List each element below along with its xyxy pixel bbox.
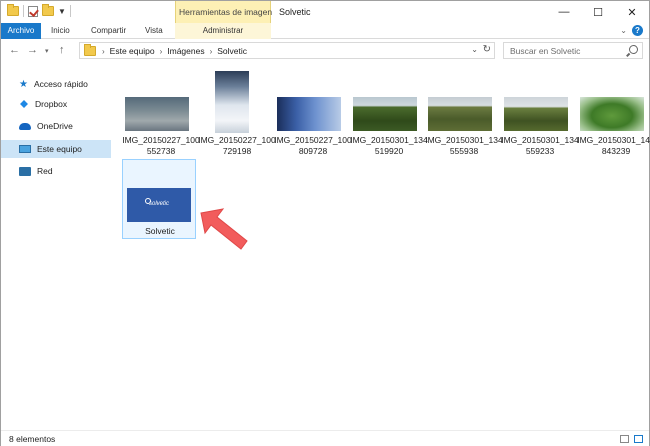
file-name: IMG_20150227_100729198 xyxy=(198,135,276,156)
minimize-button[interactable]: — xyxy=(547,1,581,23)
chevron-right-icon[interactable]: › xyxy=(160,47,163,56)
breadcrumb: › Este equipo › Imágenes › Solvetic xyxy=(102,46,247,56)
nav-item-este-equipo[interactable]: Este equipo xyxy=(1,140,111,158)
image-thumbnail: solvetic xyxy=(127,188,191,222)
search-icon[interactable] xyxy=(629,45,638,54)
image-thumbnail xyxy=(504,97,568,131)
nav-item-label: OneDrive xyxy=(37,121,73,131)
ribbon-tabs: Archivo Inicio Compartir Vista Administr… xyxy=(1,23,649,39)
breadcrumb-imagenes[interactable]: Imágenes xyxy=(167,46,204,56)
star-icon: ★ xyxy=(19,78,28,90)
nav-item-label: Dropbox xyxy=(35,99,68,109)
file-name: Solvetic xyxy=(145,226,175,236)
recent-dropdown-icon[interactable]: ▾ xyxy=(45,47,49,55)
search-placeholder: Buscar en Solvetic xyxy=(510,46,581,56)
separator xyxy=(69,5,71,17)
tab-inicio[interactable]: Inicio xyxy=(51,23,70,39)
chevron-right-icon[interactable]: › xyxy=(210,47,213,56)
address-bar[interactable]: › Este equipo › Imágenes › Solvetic ⌄ ↻ xyxy=(79,42,495,59)
back-arrow-icon[interactable]: ← xyxy=(9,44,20,56)
maximize-button[interactable]: ☐ xyxy=(581,1,615,23)
help-icon[interactable]: ? xyxy=(632,25,643,36)
close-button[interactable]: ✕ xyxy=(615,1,649,23)
network-icon xyxy=(19,166,31,176)
picture-tools-label: Herramientas de imagen xyxy=(179,7,273,17)
folder-icon xyxy=(7,4,19,16)
file-name: IMG_20150227_100809728 xyxy=(274,135,352,156)
properties-icon[interactable] xyxy=(28,5,38,17)
nav-item-red[interactable]: Red xyxy=(1,162,111,180)
tab-compartir[interactable]: Compartir xyxy=(91,23,126,39)
nav-item-acceso-rapido[interactable]: ★ Acceso rápido xyxy=(1,75,111,93)
file-name: IMG_20150301_134519920 xyxy=(350,135,428,156)
tab-archivo[interactable]: Archivo xyxy=(1,23,41,39)
folder-icon xyxy=(84,44,96,56)
image-thumbnail xyxy=(277,97,341,131)
image-thumbnail xyxy=(125,97,189,131)
new-folder-icon[interactable] xyxy=(42,4,54,16)
breadcrumb-este-equipo[interactable]: Este equipo xyxy=(110,46,155,56)
file-name: IMG_20150301_134559233 xyxy=(501,135,579,156)
window-title: Solvetic xyxy=(279,7,311,17)
nav-item-label: Red xyxy=(37,166,53,176)
image-thumbnail xyxy=(215,71,249,133)
forward-arrow-icon[interactable]: → xyxy=(27,44,38,56)
title-bar: ▼ Herramientas de imagen Solvetic — ☐ ✕ xyxy=(1,1,649,23)
chevron-down-icon[interactable]: ⌄ xyxy=(620,26,627,35)
breadcrumb-solvetic[interactable]: Solvetic xyxy=(217,46,247,56)
item-count: 8 elementos xyxy=(9,434,56,444)
nav-item-label: Acceso rápido xyxy=(33,79,88,89)
nav-item-onedrive[interactable]: OneDrive xyxy=(1,117,111,135)
image-thumbnail xyxy=(428,97,492,131)
chevron-right-icon[interactable]: › xyxy=(102,47,105,56)
address-row: ← → ▾ ↑ › Este equipo › Imágenes › Solve… xyxy=(1,40,649,62)
thumbnail-logo-text: solvetic xyxy=(149,201,170,207)
dropbox-icon xyxy=(19,99,29,109)
refresh-icon[interactable]: ↻ xyxy=(483,44,491,55)
tab-vista[interactable]: Vista xyxy=(145,23,163,39)
file-view: IMG_20150227_100552738 IMG_20150227_1007… xyxy=(113,63,650,429)
search-input[interactable]: Buscar en Solvetic xyxy=(503,42,643,59)
window-controls: — ☐ ✕ xyxy=(547,1,649,23)
file-name: IMG_20150227_100552738 xyxy=(122,135,200,156)
quick-access-toolbar: ▼ xyxy=(7,4,71,17)
file-name: IMG_20150301_134555938 xyxy=(425,135,503,156)
details-view-icon[interactable] xyxy=(620,435,629,443)
image-thumbnail xyxy=(353,97,417,131)
tab-administrar[interactable]: Administrar xyxy=(175,23,271,39)
navigation-pane: ★ Acceso rápido Dropbox OneDrive Este eq… xyxy=(1,63,111,429)
pointer-arrow-icon xyxy=(200,208,248,250)
computer-icon xyxy=(19,145,31,153)
nav-item-label: Este equipo xyxy=(37,144,82,154)
separator xyxy=(23,5,24,17)
up-arrow-icon[interactable]: ↑ xyxy=(59,44,65,56)
status-bar: 8 elementos xyxy=(1,430,649,446)
address-dropdown-icon[interactable]: ⌄ xyxy=(471,45,478,54)
image-thumbnail xyxy=(580,97,644,131)
file-item-selected[interactable]: solvetic Solvetic xyxy=(122,159,196,239)
file-name: IMG_20150301_141843239 xyxy=(577,135,650,156)
explorer-window: ▼ Herramientas de imagen Solvetic — ☐ ✕ … xyxy=(0,0,650,446)
nav-item-dropbox[interactable]: Dropbox xyxy=(1,95,111,113)
large-icons-view-icon[interactable] xyxy=(634,435,643,443)
customize-dropdown-icon[interactable]: ▼ xyxy=(58,7,66,16)
cloud-icon xyxy=(19,122,31,130)
